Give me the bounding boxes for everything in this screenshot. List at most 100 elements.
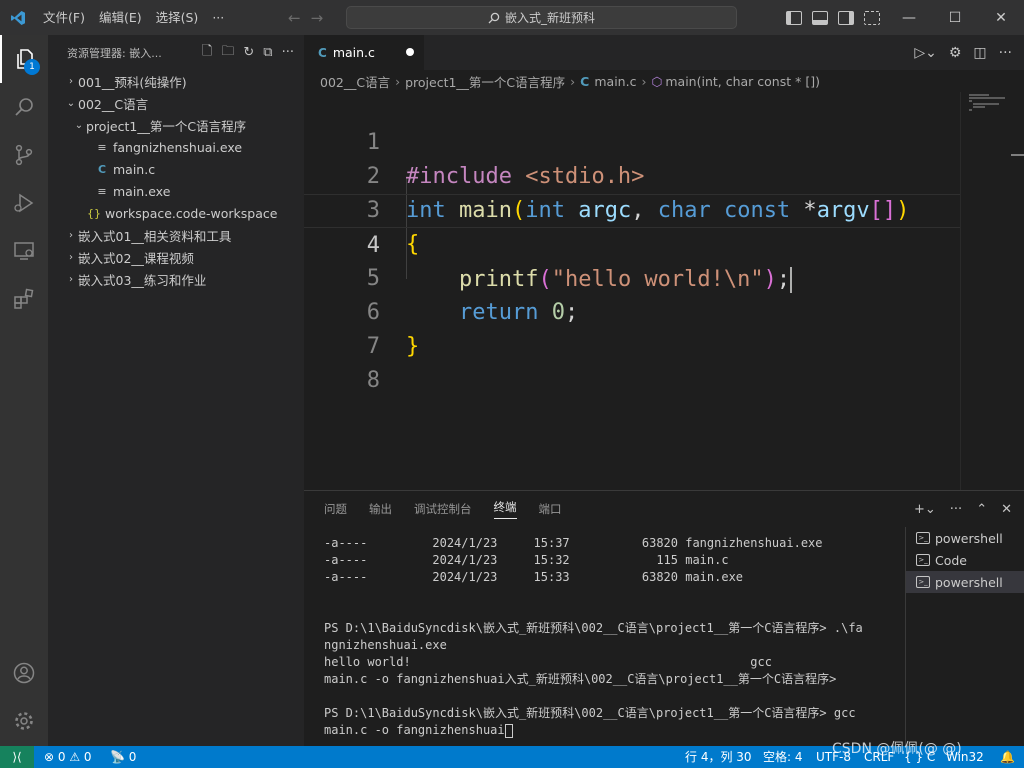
tree-item[interactable]: {} workspace.code-workspace bbox=[48, 202, 304, 224]
menu-bar: 文件(F) 编辑(E) 选择(S) ··· bbox=[36, 0, 231, 35]
manage-gear-icon[interactable] bbox=[0, 697, 48, 745]
terminal-line: main.c -o fangnizhenshuai bbox=[324, 722, 904, 739]
terminal-instance[interactable]: >_ powershell bbox=[906, 571, 1024, 593]
terminal-icon: >_ bbox=[916, 532, 930, 544]
close-icon[interactable]: ✕ bbox=[978, 0, 1024, 35]
tree-item[interactable]: Cmain.c bbox=[48, 158, 304, 180]
collapse-all-icon[interactable]: ⧉ bbox=[263, 45, 272, 60]
remote-indicator-icon[interactable]: ⟩⟨ bbox=[0, 746, 34, 768]
minimap[interactable] bbox=[960, 92, 1024, 490]
forward-arrow-icon[interactable]: → bbox=[311, 9, 324, 27]
tree-item[interactable]: › 嵌入式02__课程视频 bbox=[48, 246, 304, 268]
minimap-line bbox=[973, 103, 999, 105]
problems-status[interactable]: ⊗ 0 ⚠ 0 bbox=[44, 746, 92, 768]
terminal-line: -a---- 2024/1/23 15:37 63820 fangnizhens… bbox=[324, 535, 904, 552]
toggle-primary-sidebar-icon[interactable] bbox=[786, 10, 802, 25]
split-editor-icon[interactable]: ◫ bbox=[973, 45, 986, 61]
terminal-line: PS D:\1\BaiduSyncdisk\嵌入式_新班预科\002__C语言\… bbox=[324, 705, 904, 722]
more-actions-icon[interactable]: ··· bbox=[950, 502, 962, 517]
more-actions-icon[interactable]: ··· bbox=[282, 45, 294, 60]
new-terminal-plus-icon[interactable]: +⌄ bbox=[914, 502, 936, 517]
tree-item[interactable]: ≡ main.exe bbox=[48, 180, 304, 202]
menu-more[interactable]: ··· bbox=[205, 0, 231, 35]
chevron-right-icon: › bbox=[69, 273, 73, 285]
toggle-panel-icon[interactable] bbox=[812, 10, 828, 25]
terminal-output[interactable]: -a---- 2024/1/23 15:37 63820 fangnizhens… bbox=[324, 535, 904, 739]
explorer-sidebar: 资源管理器: 嵌入... 🗋 🗀 ↻ ⧉ ··· › 001__预科(纯操作) ⌄ 0… bbox=[48, 35, 304, 746]
terminal-line-text: PS D:\1\BaiduSyncdisk\嵌入式_新班预科\002__C语言\… bbox=[324, 621, 863, 635]
tree-item[interactable]: ⌄ project1__第一个C语言程序 bbox=[48, 114, 304, 136]
search-view-icon[interactable] bbox=[0, 83, 48, 131]
tab-output[interactable]: 输出 bbox=[369, 501, 392, 517]
tree-item[interactable]: ⌄ 002__C语言 bbox=[48, 92, 304, 114]
chevron-down-icon: ⌄ bbox=[74, 119, 84, 131]
maximize-panel-icon[interactable]: ⌃ bbox=[976, 502, 987, 517]
new-folder-icon[interactable]: 🗀 bbox=[221, 42, 234, 64]
customize-layout-icon[interactable] bbox=[864, 10, 880, 25]
breadcrumb-folder[interactable]: 002__C语言 bbox=[320, 72, 390, 91]
close-panel-icon[interactable]: ✕ bbox=[1001, 502, 1012, 517]
settings-gear-icon[interactable]: ⚙ bbox=[949, 45, 962, 61]
tab-problems[interactable]: 问题 bbox=[324, 501, 347, 517]
file-tree: › 001__预科(纯操作) ⌄ 002__C语言 ⌄ project1__第一个C语言程… bbox=[48, 70, 304, 290]
tab-ports[interactable]: 端口 bbox=[539, 501, 562, 517]
tree-item-label: 嵌入式02__课程视频 bbox=[78, 250, 194, 266]
tree-item[interactable]: › 001__预科(纯操作) bbox=[48, 70, 304, 92]
cursor-position[interactable]: 行 4，列 30 bbox=[685, 746, 752, 768]
panel-actions: +⌄ ··· ⌃ ✕ bbox=[914, 491, 1012, 527]
line-number: 8 bbox=[366, 368, 380, 393]
more-actions-icon[interactable]: ··· bbox=[999, 45, 1012, 61]
terminal-line-text: ngnizhenshuai.exe bbox=[324, 638, 447, 652]
breadcrumb-file[interactable]: main.c bbox=[594, 74, 636, 89]
explorer-icon[interactable]: 1 bbox=[0, 35, 48, 83]
unsaved-dot-icon[interactable] bbox=[406, 48, 414, 56]
accounts-icon[interactable] bbox=[0, 649, 48, 697]
indentation-status[interactable]: 空格: 4 bbox=[763, 746, 803, 768]
c-file-icon: C bbox=[97, 162, 107, 176]
terminal-instance[interactable]: >_ powershell bbox=[906, 527, 1024, 549]
json-braces-icon: {} bbox=[87, 206, 101, 220]
tree-item[interactable]: › 嵌入式03__练习和作业 bbox=[48, 268, 304, 290]
menu-edit[interactable]: 编辑(E) bbox=[92, 0, 149, 35]
c-file-icon: C bbox=[318, 45, 327, 60]
run-debug-icon[interactable] bbox=[0, 179, 48, 227]
source-control-icon[interactable] bbox=[0, 131, 48, 179]
refresh-icon[interactable]: ↻ bbox=[243, 45, 254, 60]
scrollbar-thumb[interactable] bbox=[1011, 154, 1024, 156]
title-bar: 文件(F) 编辑(E) 选择(S) ··· ← → 嵌入式_新班预科 — ☐ ✕ bbox=[0, 0, 1024, 35]
terminal-instance[interactable]: >_ Code bbox=[906, 549, 1024, 571]
tree-item[interactable]: › 嵌入式01__相关资料和工具 bbox=[48, 224, 304, 246]
code-line: 1 #include <stdio.h> bbox=[304, 92, 960, 189]
tab-terminal[interactable]: 终端 bbox=[493, 499, 517, 519]
terminal-line-text: -a---- 2024/1/23 15:33 63820 main.exe bbox=[324, 570, 744, 584]
menu-selection[interactable]: 选择(S) bbox=[149, 0, 206, 35]
menu-file[interactable]: 文件(F) bbox=[36, 0, 92, 35]
toggle-secondary-sidebar-icon[interactable] bbox=[838, 10, 854, 25]
new-file-icon[interactable]: 🗋 bbox=[202, 42, 212, 64]
run-file-icon[interactable]: ▷⌄ bbox=[914, 45, 937, 61]
tree-item-label: 嵌入式01__相关资料和工具 bbox=[78, 228, 232, 244]
minimize-icon[interactable]: — bbox=[886, 0, 932, 35]
tab-main-c[interactable]: C main.c bbox=[304, 35, 424, 70]
extensions-icon[interactable] bbox=[0, 275, 48, 323]
tab-debug-console[interactable]: 调试控制台 bbox=[414, 501, 472, 517]
tree-item-label: workspace.code-workspace bbox=[105, 205, 278, 221]
maximize-icon[interactable]: ☐ bbox=[932, 0, 978, 35]
breadcrumb-symbol[interactable]: main(int, char const * []) bbox=[665, 74, 820, 89]
code-editor[interactable]: 1 #include <stdio.h> 2 int main(int argc… bbox=[304, 92, 960, 490]
remote-explorer-icon[interactable] bbox=[0, 227, 48, 275]
tree-item-label: 002__C语言 bbox=[78, 96, 149, 112]
terminal-instance-label: powershell bbox=[935, 574, 1003, 590]
notifications-bell-icon[interactable]: 🔔 bbox=[1000, 746, 1015, 768]
command-center-search[interactable]: 嵌入式_新班预科 bbox=[346, 6, 737, 29]
terminal-line-text: -a---- 2024/1/23 15:32 115 main.c bbox=[324, 553, 729, 567]
terminal-icon: >_ bbox=[916, 576, 930, 588]
tree-item[interactable]: ≡ fangnizhenshuai.exe bbox=[48, 136, 304, 158]
back-arrow-icon[interactable]: ← bbox=[288, 9, 301, 27]
layout-controls bbox=[786, 0, 880, 35]
minimap-line bbox=[969, 100, 972, 102]
breadcrumb-project[interactable]: project1__第一个C语言程序 bbox=[405, 72, 565, 91]
chevron-down-icon: ⌄ bbox=[66, 97, 76, 109]
ports-status[interactable]: 📡 0 bbox=[110, 746, 136, 768]
file-lines-icon: ≡ bbox=[97, 184, 107, 198]
